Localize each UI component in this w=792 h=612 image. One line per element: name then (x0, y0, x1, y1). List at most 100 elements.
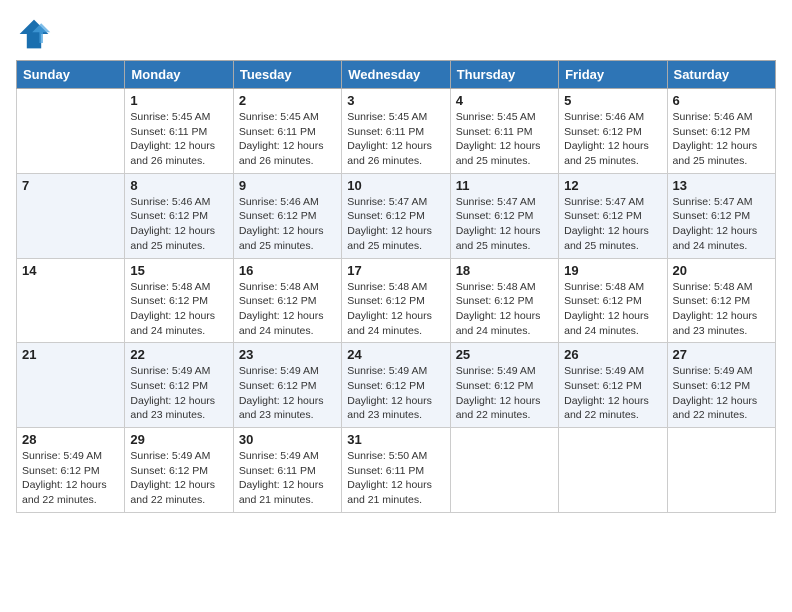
day-number: 28 (22, 432, 119, 447)
calendar-cell: 14 (17, 258, 125, 343)
day-number: 2 (239, 93, 336, 108)
calendar-cell: 15Sunrise: 5:48 AMSunset: 6:12 PMDayligh… (125, 258, 233, 343)
day-number: 24 (347, 347, 444, 362)
day-number: 7 (22, 178, 119, 193)
day-info: Sunrise: 5:47 AMSunset: 6:12 PMDaylight:… (456, 195, 553, 254)
day-number: 27 (673, 347, 770, 362)
calendar-header-row: SundayMondayTuesdayWednesdayThursdayFrid… (17, 61, 776, 89)
day-info: Sunrise: 5:47 AMSunset: 6:12 PMDaylight:… (564, 195, 661, 254)
calendar-week-row: 1 Sunrise: 5:45 AMSunset: 6:11 PMDaylight… (17, 89, 776, 174)
day-number: 9 (239, 178, 336, 193)
day-number: 30 (239, 432, 336, 447)
day-info: Sunrise: 5:49 AMSunset: 6:12 PMDaylight:… (130, 449, 227, 508)
day-number: 25 (456, 347, 553, 362)
day-info: Sunrise: 5:45 AMSunset: 6:11 PMDaylight:… (347, 110, 444, 169)
day-number: 4 (456, 93, 553, 108)
calendar-cell: 23 Sunrise: 5:49 AMSunset: 6:12 PMDayligh… (233, 343, 341, 428)
column-header-tuesday: Tuesday (233, 61, 341, 89)
day-number: 3 (347, 93, 444, 108)
day-number: 5 (564, 93, 661, 108)
day-number: 6 (673, 93, 770, 108)
day-info: Sunrise: 5:49 AMSunset: 6:12 PMDaylight:… (239, 364, 336, 423)
calendar-week-row: 21 22 Sunrise: 5:49 AMSunset: 6:12 PMDayli… (17, 343, 776, 428)
day-info: Sunrise: 5:49 AMSunset: 6:12 PMDaylight:… (673, 364, 770, 423)
calendar-cell: 21 (17, 343, 125, 428)
calendar-cell: 22 Sunrise: 5:49 AMSunset: 6:12 PMDayligh… (125, 343, 233, 428)
day-info: Sunrise: 5:50 AMSunset: 6:11 PMDaylight:… (347, 449, 444, 508)
calendar-cell: 10 Sunrise: 5:47 AMSunset: 6:12 PMDayligh… (342, 173, 450, 258)
calendar-cell: 8 Sunrise: 5:46 AMSunset: 6:12 PMDaylight… (125, 173, 233, 258)
calendar-cell: 3 Sunrise: 5:45 AMSunset: 6:11 PMDaylight… (342, 89, 450, 174)
calendar-cell: 6 Sunrise: 5:46 AMSunset: 6:12 PMDaylight… (667, 89, 775, 174)
day-number: 20 (673, 263, 770, 278)
day-info: Sunrise: 5:49 AMSunset: 6:12 PMDaylight:… (564, 364, 661, 423)
day-number: 29 (130, 432, 227, 447)
day-info: Sunrise: 5:47 AMSunset: 6:12 PMDaylight:… (347, 195, 444, 254)
calendar-cell: 28 Sunrise: 5:49 AMSunset: 6:12 PMDayligh… (17, 428, 125, 513)
calendar-cell: 7 (17, 173, 125, 258)
day-number: 18 (456, 263, 553, 278)
day-number: 13 (673, 178, 770, 193)
calendar-cell: 2 Sunrise: 5:45 AMSunset: 6:11 PMDaylight… (233, 89, 341, 174)
day-info: Sunrise: 5:48 AMSunset: 6:12 PMDaylight:… (347, 280, 444, 339)
calendar-cell: 19 Sunrise: 5:48 AMSunset: 6:12 PMDayligh… (559, 258, 667, 343)
day-info: Sunrise: 5:48 AMSunset: 6:12 PMDaylight:… (673, 280, 770, 339)
calendar-cell (17, 89, 125, 174)
day-info: Sunrise: 5:48 AMSunset: 6:12 PMDaylight:… (130, 280, 227, 339)
day-info: Sunrise: 5:49 AMSunset: 6:12 PMDaylight:… (456, 364, 553, 423)
day-info: Sunrise: 5:45 AMSunset: 6:11 PMDaylight:… (130, 110, 227, 169)
calendar-cell: 25 Sunrise: 5:49 AMSunset: 6:12 PMDayligh… (450, 343, 558, 428)
day-number: 19 (564, 263, 661, 278)
day-number: 10 (347, 178, 444, 193)
calendar-cell: 16Sunrise: 5:48 AMSunset: 6:12 PMDayligh… (233, 258, 341, 343)
calendar-week-row: 14 15Sunrise: 5:48 AMSunset: 6:12 PMDayli… (17, 258, 776, 343)
day-info: Sunrise: 5:49 AMSunset: 6:12 PMDaylight:… (130, 364, 227, 423)
calendar-cell: 29 Sunrise: 5:49 AMSunset: 6:12 PMDayligh… (125, 428, 233, 513)
column-header-friday: Friday (559, 61, 667, 89)
day-number: 26 (564, 347, 661, 362)
day-number: 8 (130, 178, 227, 193)
day-info: Sunrise: 5:48 AMSunset: 6:12 PMDaylight:… (564, 280, 661, 339)
day-number: 21 (22, 347, 119, 362)
calendar-cell: 24 Sunrise: 5:49 AMSunset: 6:12 PMDayligh… (342, 343, 450, 428)
day-info: Sunrise: 5:46 AMSunset: 6:12 PMDaylight:… (130, 195, 227, 254)
calendar-cell: 20 Sunrise: 5:48 AMSunset: 6:12 PMDayligh… (667, 258, 775, 343)
day-info: Sunrise: 5:46 AMSunset: 6:12 PMDaylight:… (673, 110, 770, 169)
column-header-wednesday: Wednesday (342, 61, 450, 89)
column-header-saturday: Saturday (667, 61, 775, 89)
day-info: Sunrise: 5:46 AMSunset: 6:12 PMDaylight:… (239, 195, 336, 254)
calendar-cell: 17 Sunrise: 5:48 AMSunset: 6:12 PMDayligh… (342, 258, 450, 343)
day-number: 17 (347, 263, 444, 278)
day-info: Sunrise: 5:47 AMSunset: 6:12 PMDaylight:… (673, 195, 770, 254)
calendar-cell: 27 Sunrise: 5:49 AMSunset: 6:12 PMDayligh… (667, 343, 775, 428)
calendar-cell: 5Sunrise: 5:46 AMSunset: 6:12 PMDaylight… (559, 89, 667, 174)
day-number: 22 (130, 347, 227, 362)
calendar-cell: 26 Sunrise: 5:49 AMSunset: 6:12 PMDayligh… (559, 343, 667, 428)
logo (16, 16, 56, 52)
day-info: Sunrise: 5:49 AMSunset: 6:12 PMDaylight:… (22, 449, 119, 508)
day-number: 1 (130, 93, 227, 108)
column-header-sunday: Sunday (17, 61, 125, 89)
calendar-week-row: 28 Sunrise: 5:49 AMSunset: 6:12 PMDayligh… (17, 428, 776, 513)
page-header (16, 16, 776, 52)
day-info: Sunrise: 5:49 AMSunset: 6:12 PMDaylight:… (347, 364, 444, 423)
column-header-thursday: Thursday (450, 61, 558, 89)
calendar-cell: 13 Sunrise: 5:47 AMSunset: 6:12 PMDayligh… (667, 173, 775, 258)
day-info: Sunrise: 5:48 AMSunset: 6:12 PMDaylight:… (456, 280, 553, 339)
logo-icon (16, 16, 52, 52)
calendar-cell (559, 428, 667, 513)
day-info: Sunrise: 5:45 AMSunset: 6:11 PMDaylight:… (239, 110, 336, 169)
calendar-cell: 11 Sunrise: 5:47 AMSunset: 6:12 PMDayligh… (450, 173, 558, 258)
day-info: Sunrise: 5:48 AMSunset: 6:12 PMDaylight:… (239, 280, 336, 339)
day-number: 23 (239, 347, 336, 362)
calendar-table: SundayMondayTuesdayWednesdayThursdayFrid… (16, 60, 776, 513)
day-number: 31 (347, 432, 444, 447)
calendar-cell (667, 428, 775, 513)
day-info: Sunrise: 5:49 AMSunset: 6:11 PMDaylight:… (239, 449, 336, 508)
calendar-cell: 1 Sunrise: 5:45 AMSunset: 6:11 PMDaylight… (125, 89, 233, 174)
day-number: 14 (22, 263, 119, 278)
day-number: 11 (456, 178, 553, 193)
calendar-cell: 18 Sunrise: 5:48 AMSunset: 6:12 PMDayligh… (450, 258, 558, 343)
calendar-cell: 12Sunrise: 5:47 AMSunset: 6:12 PMDayligh… (559, 173, 667, 258)
calendar-cell: 31 Sunrise: 5:50 AMSunset: 6:11 PMDayligh… (342, 428, 450, 513)
